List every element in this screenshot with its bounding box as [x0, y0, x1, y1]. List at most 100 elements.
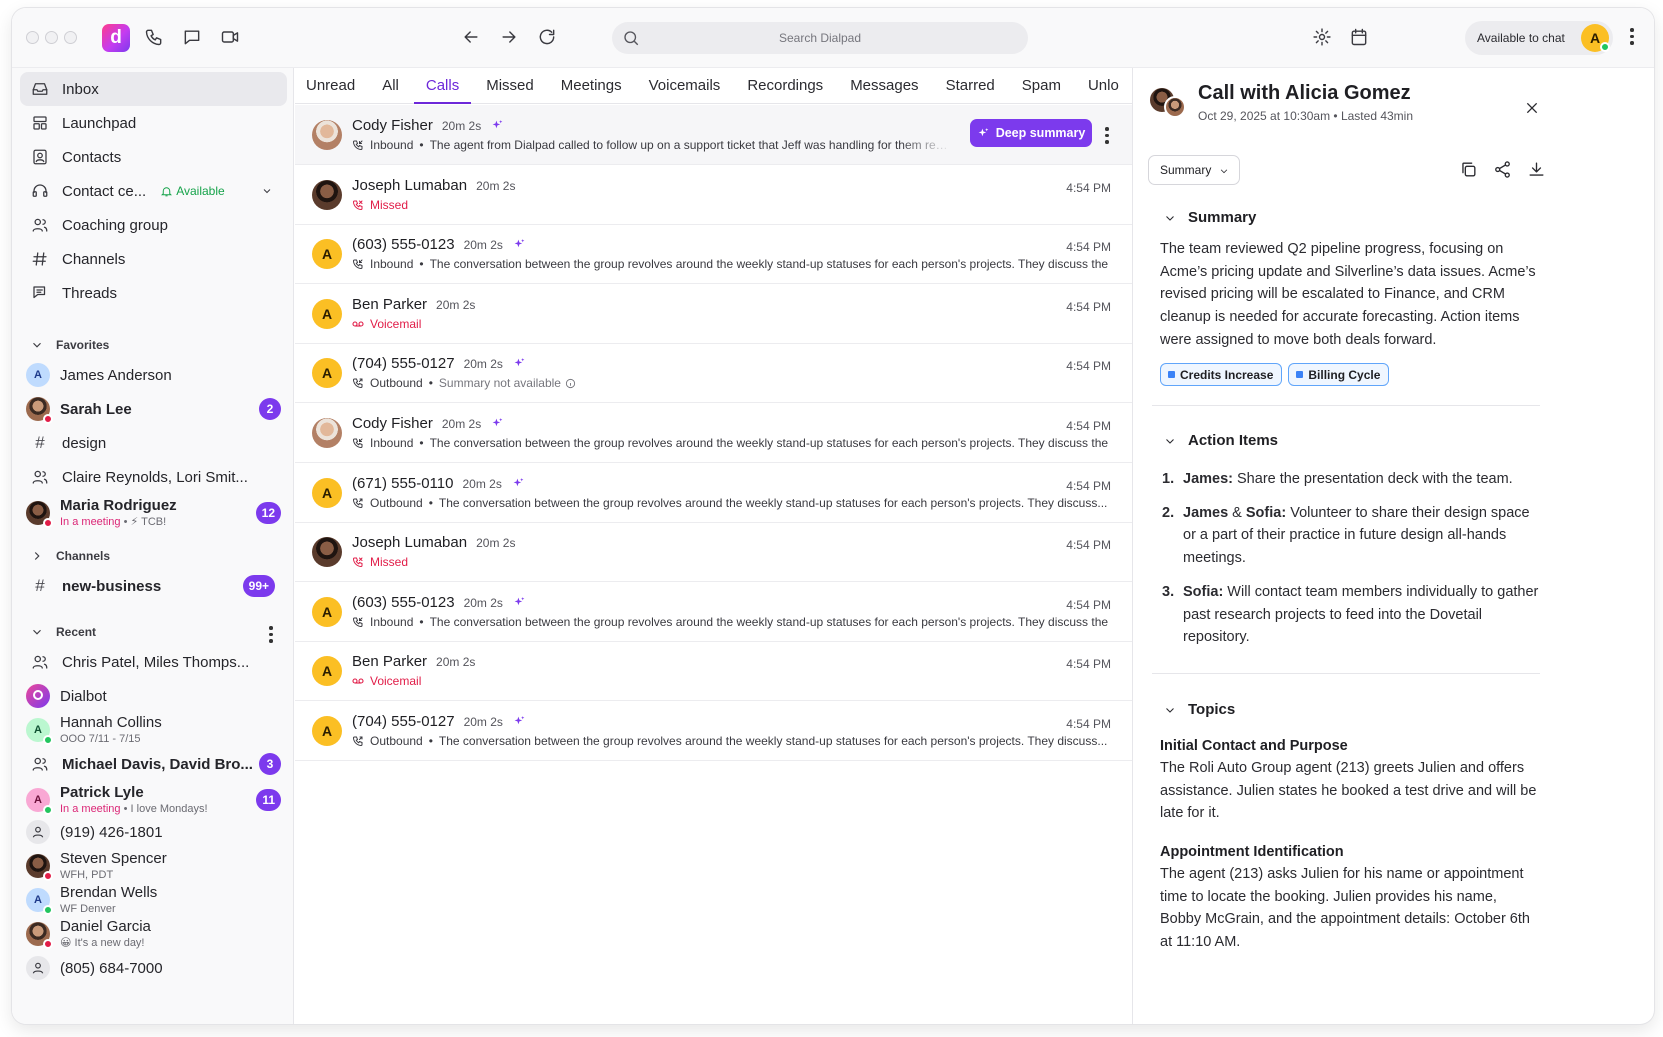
- calendar-icon[interactable]: [1347, 25, 1371, 49]
- recent-heading[interactable]: Recent: [30, 625, 280, 639]
- call-row[interactable]: A (671) 555-0110 20m 2s Outbound • The conver…: [295, 463, 1132, 523]
- status-note: WFH, PDT: [60, 868, 114, 881]
- topic-chip[interactable]: Billing Cycle: [1288, 363, 1390, 386]
- call-row[interactable]: A (704) 555-0127 20m 2s Outbound • Summary no…: [295, 343, 1132, 404]
- window-zoom-control[interactable]: [64, 31, 77, 44]
- favorite-sarah-lee[interactable]: Sarah Lee 2: [20, 392, 287, 426]
- recent-brendan-wells[interactable]: A Brendan Wells WF Denver: [20, 883, 287, 917]
- caller-name: Ben Parker: [352, 653, 428, 671]
- call-row[interactable]: Joseph Lumaban 20m 2s Missed 4:54 PM: [295, 522, 1132, 583]
- search-bar[interactable]: [612, 22, 1028, 54]
- call-duration: 20m 2s: [441, 119, 482, 133]
- recent-daniel-garcia[interactable]: Daniel Garcia 😀 It's a new day!: [20, 917, 287, 951]
- tab-voicemails[interactable]: Voicemails: [635, 68, 734, 103]
- call-row[interactable]: A Ben Parker 20m 2s Voicemail 4:54 PM: [295, 641, 1132, 702]
- call-direction: Inbound: [370, 614, 414, 629]
- call-row[interactable]: A (704) 555-0127 20m 2s Outbound • The conver…: [295, 701, 1132, 761]
- tab-starred[interactable]: Starred: [932, 68, 1008, 103]
- topics-section-toggle[interactable]: Topics: [1164, 701, 1235, 718]
- recent-dialbot[interactable]: Dialbot: [20, 679, 287, 713]
- refresh-icon[interactable]: [535, 25, 559, 49]
- copy-icon[interactable]: [1459, 160, 1479, 180]
- voicemail-icon: [352, 318, 370, 330]
- close-icon[interactable]: [1524, 100, 1540, 116]
- tab-calls[interactable]: Calls: [412, 68, 472, 104]
- sidebar-item-coaching-group[interactable]: Coaching group: [20, 208, 287, 242]
- tab-all[interactable]: All: [369, 68, 413, 103]
- phone-icon[interactable]: [142, 25, 166, 49]
- recent-options-icon[interactable]: [268, 626, 274, 643]
- favorite-maria-rodriguez[interactable]: Maria Rodriguez In a meeting • ⚡ TCB! 12: [20, 494, 287, 532]
- chevron-down-icon: [1166, 215, 1174, 221]
- gear-icon[interactable]: [1310, 25, 1334, 49]
- recent-group-michael[interactable]: Michael Davis, David Bro... 3: [20, 747, 287, 781]
- contacts-icon: [30, 147, 50, 167]
- video-icon[interactable]: [218, 25, 242, 49]
- message-icon[interactable]: [180, 25, 204, 49]
- dialpad-logo[interactable]: d: [102, 24, 130, 52]
- channel-new-business[interactable]: # new-business 99+: [20, 569, 287, 603]
- favorite-channel-design[interactable]: # design: [20, 426, 287, 460]
- status-note: I love Mondays!: [130, 802, 208, 815]
- sidebar-item-threads[interactable]: Threads: [20, 276, 287, 310]
- status-note: ⚡ TCB!: [130, 515, 167, 528]
- call-row[interactable]: A Ben Parker 20m 2s Voicemail 4:54 PM: [295, 284, 1132, 344]
- favorite-james-anderson[interactable]: A James Anderson: [20, 358, 287, 392]
- forward-arrow-icon[interactable]: [497, 25, 521, 49]
- recent-patrick-lyle[interactable]: A Patrick Lyle In a meeting • I love Mon…: [20, 781, 287, 819]
- availability-status-button[interactable]: Available to chat A: [1465, 21, 1613, 55]
- action-items-section-toggle[interactable]: Action Items: [1164, 432, 1278, 449]
- back-arrow-icon[interactable]: [459, 25, 483, 49]
- call-row[interactable]: Cody Fisher 20m 2s Inbound • The conversatio…: [295, 403, 1132, 463]
- tab-unread[interactable]: Unread: [295, 68, 369, 103]
- recent-steven-spencer[interactable]: Steven Spencer WFH, PDT: [20, 849, 287, 883]
- recent-phone-805[interactable]: (805) 684-7000: [20, 951, 287, 985]
- item-number: 2.: [1162, 504, 1175, 521]
- tab-spam[interactable]: Spam: [1008, 68, 1074, 103]
- tab-recordings[interactable]: Recordings: [734, 68, 837, 103]
- button-label: Deep summary: [995, 126, 1086, 140]
- tab-missed[interactable]: Missed: [473, 68, 548, 103]
- online-dot: [1600, 42, 1610, 52]
- deep-summary-button[interactable]: Deep summary: [970, 119, 1092, 147]
- ai-sparkle-icon: [491, 119, 504, 132]
- download-icon[interactable]: [1527, 160, 1547, 180]
- call-row[interactable]: Joseph Lumaban 20m 2s Missed 4:54 PM: [295, 165, 1132, 225]
- sidebar-item-contact-center[interactable]: Contact ce... Available: [20, 174, 287, 208]
- chevron-down-icon[interactable]: [261, 185, 273, 197]
- call-row[interactable]: Cody Fisher 20m 2s Inbound • The agent from …: [295, 105, 1132, 165]
- group-icon: [30, 467, 50, 487]
- favorite-group-claire[interactable]: Claire Reynolds, Lori Smit...: [20, 460, 287, 494]
- sidebar-item-contacts[interactable]: Contacts: [20, 140, 287, 174]
- call-row[interactable]: A (603) 555-0123 20m 2s Inbound • The convers…: [295, 582, 1132, 642]
- call-summary-snippet: The conversation between the group revol…: [429, 436, 1109, 450]
- recent-group-chris[interactable]: Chris Patel, Miles Thomps...: [20, 645, 287, 679]
- recent-hannah-collins[interactable]: A Hannah Collins OOO 7/11 - 7/15: [20, 713, 287, 747]
- topic-chip[interactable]: Credits Increase: [1160, 363, 1283, 386]
- view-select-dropdown[interactable]: Summary: [1148, 155, 1240, 185]
- tab-messages[interactable]: Messages: [837, 68, 932, 103]
- assignee: James:: [1183, 471, 1233, 487]
- outbound-call-icon: [352, 377, 370, 389]
- favorites-heading[interactable]: Favorites: [30, 338, 109, 352]
- inbound-call-icon: [352, 437, 370, 449]
- call-row[interactable]: A (603) 555-0123 20m 2s Inbound • The convers…: [295, 224, 1132, 285]
- contact-center-status[interactable]: Available: [160, 184, 225, 198]
- tab-meetings[interactable]: Meetings: [547, 68, 635, 103]
- summary-section-toggle[interactable]: Summary: [1164, 209, 1256, 226]
- avatar: A: [312, 716, 342, 746]
- window-close-control[interactable]: [26, 31, 39, 44]
- more-options-icon[interactable]: [1629, 28, 1635, 45]
- recent-phone-919[interactable]: (919) 426-1801: [20, 815, 287, 849]
- share-icon[interactable]: [1493, 160, 1513, 180]
- sidebar-item-launchpad[interactable]: Launchpad: [20, 106, 287, 140]
- row-more-icon[interactable]: [1104, 127, 1110, 144]
- window-minimize-control[interactable]: [45, 31, 58, 44]
- info-icon[interactable]: [561, 378, 582, 389]
- channels-heading[interactable]: Channels: [30, 549, 110, 563]
- tab-unlo[interactable]: Unlo: [1074, 68, 1132, 103]
- avatar: [312, 179, 342, 210]
- sidebar-item-inbox[interactable]: Inbox: [20, 72, 287, 106]
- search-input[interactable]: [612, 22, 1028, 54]
- sidebar-item-channels[interactable]: Channels: [20, 242, 287, 276]
